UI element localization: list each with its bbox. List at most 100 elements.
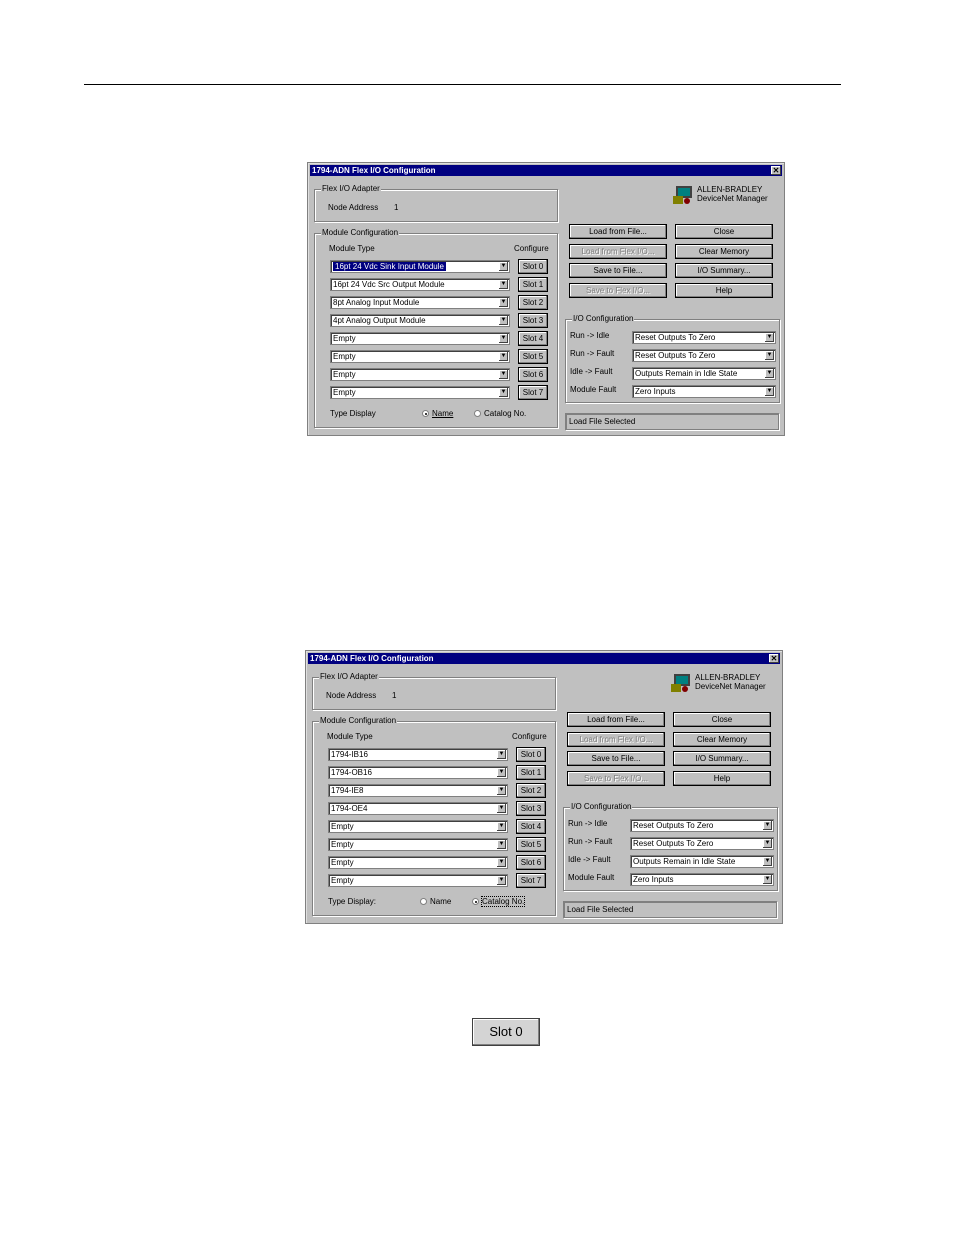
run-idle-select[interactable]: Reset Outputs To Zero ▼	[632, 331, 776, 344]
window-close-icon[interactable]: ✕	[771, 166, 781, 175]
slot-5-button[interactable]: Slot 5	[516, 837, 546, 852]
load-from-file-button[interactable]: Load from File...	[569, 224, 667, 239]
io-summary-button[interactable]: I/O Summary...	[673, 751, 771, 766]
catalog-radio[interactable]	[474, 410, 481, 417]
catalog-radio-label[interactable]: Catalog No.	[484, 409, 526, 418]
dropdown-arrow-icon[interactable]: ▼	[765, 333, 774, 342]
dropdown-arrow-icon[interactable]: ▼	[497, 840, 506, 849]
slot-2-button[interactable]: Slot 2	[516, 783, 546, 798]
close-button[interactable]: Close	[675, 224, 773, 239]
slot-6-button[interactable]: Slot 6	[518, 367, 548, 382]
title-bar: 1794-ADN Flex I/O Configuration ✕	[310, 165, 782, 176]
run-fault-select[interactable]: Reset Outputs To Zero ▼	[630, 837, 774, 850]
clear-memory-button[interactable]: Clear Memory	[673, 732, 771, 747]
catalog-radio-label[interactable]: Catalog No.	[480, 896, 526, 907]
io-summary-button[interactable]: I/O Summary...	[675, 263, 773, 278]
slot-3-button[interactable]: Slot 3	[516, 801, 546, 816]
slot-6-button[interactable]: Slot 6	[516, 855, 546, 870]
module-type-select-4[interactable]: Empty ▼	[328, 820, 508, 833]
slot-7-button[interactable]: Slot 7	[518, 385, 548, 400]
save-to-device-button[interactable]: Save to Flex I/O...	[567, 771, 665, 786]
dropdown-arrow-icon[interactable]: ▼	[497, 768, 506, 777]
run-fault-value: Reset Outputs To Zero	[635, 351, 716, 360]
dropdown-arrow-icon[interactable]: ▼	[765, 369, 774, 378]
idle-fault-select[interactable]: Outputs Remain in Idle State ▼	[632, 367, 776, 380]
clear-memory-button[interactable]: Clear Memory	[675, 244, 773, 259]
window-close-icon[interactable]: ✕	[769, 654, 779, 663]
help-button[interactable]: Help	[675, 283, 773, 298]
dropdown-arrow-icon[interactable]: ▼	[499, 298, 508, 307]
module-type-select-2[interactable]: 8pt Analog Input Module ▼	[330, 296, 510, 309]
dropdown-arrow-icon[interactable]: ▼	[763, 857, 772, 866]
slot-0-button-example[interactable]: Slot 0	[472, 1018, 540, 1046]
dropdown-arrow-icon[interactable]: ▼	[497, 822, 506, 831]
name-radio-label[interactable]: Name	[430, 897, 451, 906]
close-button[interactable]: Close	[673, 712, 771, 727]
save-to-file-button[interactable]: Save to File...	[569, 263, 667, 278]
module-type-select-7[interactable]: Empty ▼	[330, 386, 510, 399]
module-type-select-2[interactable]: 1794-IE8 ▼	[328, 784, 508, 797]
dropdown-arrow-icon[interactable]: ▼	[497, 876, 506, 885]
load-from-device-button[interactable]: Load from Flex I/O...	[567, 732, 665, 747]
module-type-select-1[interactable]: 16pt 24 Vdc Src Output Module ▼	[330, 278, 510, 291]
module-type-select-5[interactable]: Empty ▼	[330, 350, 510, 363]
module-type-select-1[interactable]: 1794-OB16 ▼	[328, 766, 508, 779]
flex-io-config-dialog-2: 1794-ADN Flex I/O Configuration ✕ Flex I…	[305, 650, 783, 924]
save-to-file-button[interactable]: Save to File...	[567, 751, 665, 766]
dropdown-arrow-icon[interactable]: ▼	[499, 316, 508, 325]
module-type-select-0[interactable]: 16pt 24 Vdc Sink Input Module ▼	[330, 260, 510, 273]
load-from-file-button[interactable]: Load from File...	[567, 712, 665, 727]
module-type-value: 16pt 24 Vdc Src Output Module	[333, 280, 445, 289]
dropdown-arrow-icon[interactable]: ▼	[763, 821, 772, 830]
slot-5-button[interactable]: Slot 5	[518, 349, 548, 364]
run-fault-value: Reset Outputs To Zero	[633, 839, 714, 848]
dropdown-arrow-icon[interactable]: ▼	[763, 839, 772, 848]
dropdown-arrow-icon[interactable]: ▼	[499, 280, 508, 289]
dropdown-arrow-icon[interactable]: ▼	[765, 387, 774, 396]
run-idle-select[interactable]: Reset Outputs To Zero ▼	[630, 819, 774, 832]
idle-fault-select[interactable]: Outputs Remain in Idle State ▼	[630, 855, 774, 868]
module-type-select-6[interactable]: Empty ▼	[328, 856, 508, 869]
slot-0-button[interactable]: Slot 0	[518, 259, 548, 274]
adapter-group: Flex I/O Adapter Node Address 1	[312, 672, 556, 710]
module-fault-value: Zero Inputs	[633, 875, 674, 884]
module-type-select-5[interactable]: Empty ▼	[328, 838, 508, 851]
name-radio[interactable]	[420, 898, 427, 905]
catalog-radio[interactable]	[472, 898, 479, 905]
slot-4-button[interactable]: Slot 4	[516, 819, 546, 834]
slot-1-button[interactable]: Slot 1	[516, 765, 546, 780]
name-radio[interactable]	[422, 410, 429, 417]
module-type-select-4[interactable]: Empty ▼	[330, 332, 510, 345]
module-type-select-7[interactable]: Empty ▼	[328, 874, 508, 887]
dropdown-arrow-icon[interactable]: ▼	[499, 370, 508, 379]
slot-2-button[interactable]: Slot 2	[518, 295, 548, 310]
module-type-select-6[interactable]: Empty ▼	[330, 368, 510, 381]
module-type-select-3[interactable]: 4pt Analog Output Module ▼	[330, 314, 510, 327]
dropdown-arrow-icon[interactable]: ▼	[763, 875, 772, 884]
dropdown-arrow-icon[interactable]: ▼	[497, 804, 506, 813]
slot-4-button[interactable]: Slot 4	[518, 331, 548, 346]
name-radio-label[interactable]: Name	[432, 409, 453, 418]
slot-7-button[interactable]: Slot 7	[516, 873, 546, 888]
module-fault-select[interactable]: Zero Inputs ▼	[630, 873, 774, 886]
dropdown-arrow-icon[interactable]: ▼	[497, 786, 506, 795]
module-type-select-0[interactable]: 1794-IB16 ▼	[328, 748, 508, 761]
save-to-device-button[interactable]: Save to Flex I/O...	[569, 283, 667, 298]
io-config-group-label: I/O Configuration	[572, 314, 635, 323]
help-button[interactable]: Help	[673, 771, 771, 786]
load-from-device-button[interactable]: Load from Flex I/O...	[569, 244, 667, 259]
module-type-value: Empty	[333, 352, 356, 361]
run-fault-select[interactable]: Reset Outputs To Zero ▼	[632, 349, 776, 362]
dropdown-arrow-icon[interactable]: ▼	[499, 262, 508, 271]
slot-3-button[interactable]: Slot 3	[518, 313, 548, 328]
module-fault-select[interactable]: Zero Inputs ▼	[632, 385, 776, 398]
dropdown-arrow-icon[interactable]: ▼	[497, 750, 506, 759]
module-type-select-3[interactable]: 1794-OE4 ▼	[328, 802, 508, 815]
dropdown-arrow-icon[interactable]: ▼	[499, 388, 508, 397]
dropdown-arrow-icon[interactable]: ▼	[765, 351, 774, 360]
dropdown-arrow-icon[interactable]: ▼	[497, 858, 506, 867]
slot-1-button[interactable]: Slot 1	[518, 277, 548, 292]
dropdown-arrow-icon[interactable]: ▼	[499, 352, 508, 361]
slot-0-button[interactable]: Slot 0	[516, 747, 546, 762]
dropdown-arrow-icon[interactable]: ▼	[499, 334, 508, 343]
